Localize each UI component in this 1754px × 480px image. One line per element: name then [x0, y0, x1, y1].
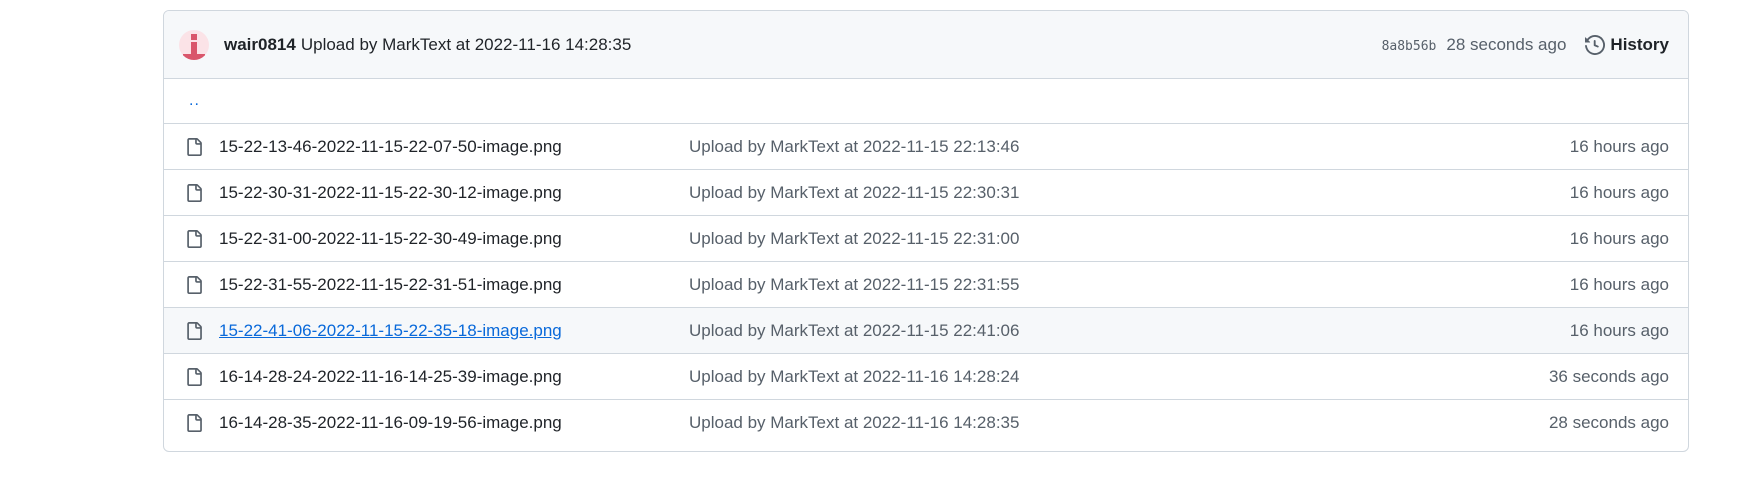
file-commit-age: 16 hours ago	[1569, 320, 1669, 340]
file-icon	[187, 183, 202, 202]
file-commit-age: 36 seconds ago	[1548, 366, 1669, 386]
file-icon	[187, 137, 202, 156]
commit-author[interactable]: wair0814	[224, 35, 296, 55]
file-icon	[187, 414, 202, 432]
parent-directory-link[interactable]: ..	[189, 92, 200, 110]
file-name-link[interactable]: 15-22-13-46-2022-11-15-22-07-50-image.pn…	[219, 137, 689, 157]
commit-message[interactable]: Upload by MarkText at 2022-11-16 14:28:3…	[301, 35, 631, 55]
file-row[interactable]: 16-14-28-24-2022-11-16-14-25-39-image.pn…	[164, 354, 1688, 400]
file-commit-age: 16 hours ago	[1569, 182, 1669, 202]
file-icon	[187, 321, 202, 340]
commit-sha[interactable]: 8a8b56b	[1382, 39, 1437, 54]
latest-commit-bar: wair0814 Upload by MarkText at 2022-11-1…	[164, 11, 1688, 79]
history-icon	[1585, 34, 1606, 55]
file-commit-message[interactable]: Upload by MarkText at 2022-11-15 22:31:5…	[689, 275, 1570, 295]
file-name-link[interactable]: 15-22-31-00-2022-11-15-22-30-49-image.pn…	[219, 229, 689, 249]
file-row[interactable]: 16-14-28-35-2022-11-16-09-19-56-image.pn…	[164, 400, 1688, 446]
avatar[interactable]	[179, 29, 209, 60]
file-row[interactable]: 15-22-41-06-2022-11-15-22-35-18-image.pn…	[164, 308, 1688, 354]
file-name-link[interactable]: 15-22-30-31-2022-11-15-22-30-12-image.pn…	[219, 183, 689, 203]
file-commit-message[interactable]: Upload by MarkText at 2022-11-16 14:28:3…	[689, 413, 1549, 433]
file-icon	[187, 229, 202, 248]
file-commit-message[interactable]: Upload by MarkText at 2022-11-15 22:13:4…	[689, 137, 1570, 157]
file-commit-message[interactable]: Upload by MarkText at 2022-11-15 22:30:3…	[689, 183, 1570, 203]
file-commit-message[interactable]: Upload by MarkText at 2022-11-16 14:28:2…	[689, 367, 1549, 387]
file-name-link[interactable]: 16-14-28-24-2022-11-16-14-25-39-image.pn…	[219, 367, 689, 387]
file-browser: wair0814 Upload by MarkText at 2022-11-1…	[163, 10, 1689, 452]
file-row[interactable]: 15-22-30-31-2022-11-15-22-30-12-image.pn…	[164, 170, 1688, 216]
parent-directory-row[interactable]: ..	[164, 79, 1688, 124]
file-name-link[interactable]: 16-14-28-35-2022-11-16-09-19-56-image.pn…	[219, 413, 689, 433]
file-commit-message[interactable]: Upload by MarkText at 2022-11-15 22:41:0…	[689, 321, 1570, 341]
file-row[interactable]: 15-22-31-00-2022-11-15-22-30-49-image.pn…	[164, 216, 1688, 262]
history-label: History	[1610, 34, 1669, 54]
file-commit-age: 28 seconds ago	[1548, 413, 1669, 432]
file-commit-age: 16 hours ago	[1569, 274, 1669, 294]
file-name-link[interactable]: 15-22-41-06-2022-11-15-22-35-18-image.pn…	[219, 321, 689, 341]
file-icon	[187, 275, 202, 294]
file-icon	[187, 367, 202, 386]
history-button[interactable]: History	[1585, 35, 1669, 55]
file-name-link[interactable]: 15-22-31-55-2022-11-15-22-31-51-image.pn…	[219, 275, 689, 295]
file-commit-message[interactable]: Upload by MarkText at 2022-11-15 22:31:0…	[689, 229, 1570, 249]
file-commit-age: 16 hours ago	[1569, 228, 1669, 248]
file-commit-age: 16 hours ago	[1569, 136, 1669, 156]
file-row[interactable]: 15-22-13-46-2022-11-15-22-07-50-image.pn…	[164, 124, 1688, 170]
file-row[interactable]: 15-22-31-55-2022-11-15-22-31-51-image.pn…	[164, 262, 1688, 308]
commit-age[interactable]: 28 seconds ago	[1446, 35, 1566, 55]
file-list: 15-22-13-46-2022-11-15-22-07-50-image.pn…	[164, 124, 1688, 446]
